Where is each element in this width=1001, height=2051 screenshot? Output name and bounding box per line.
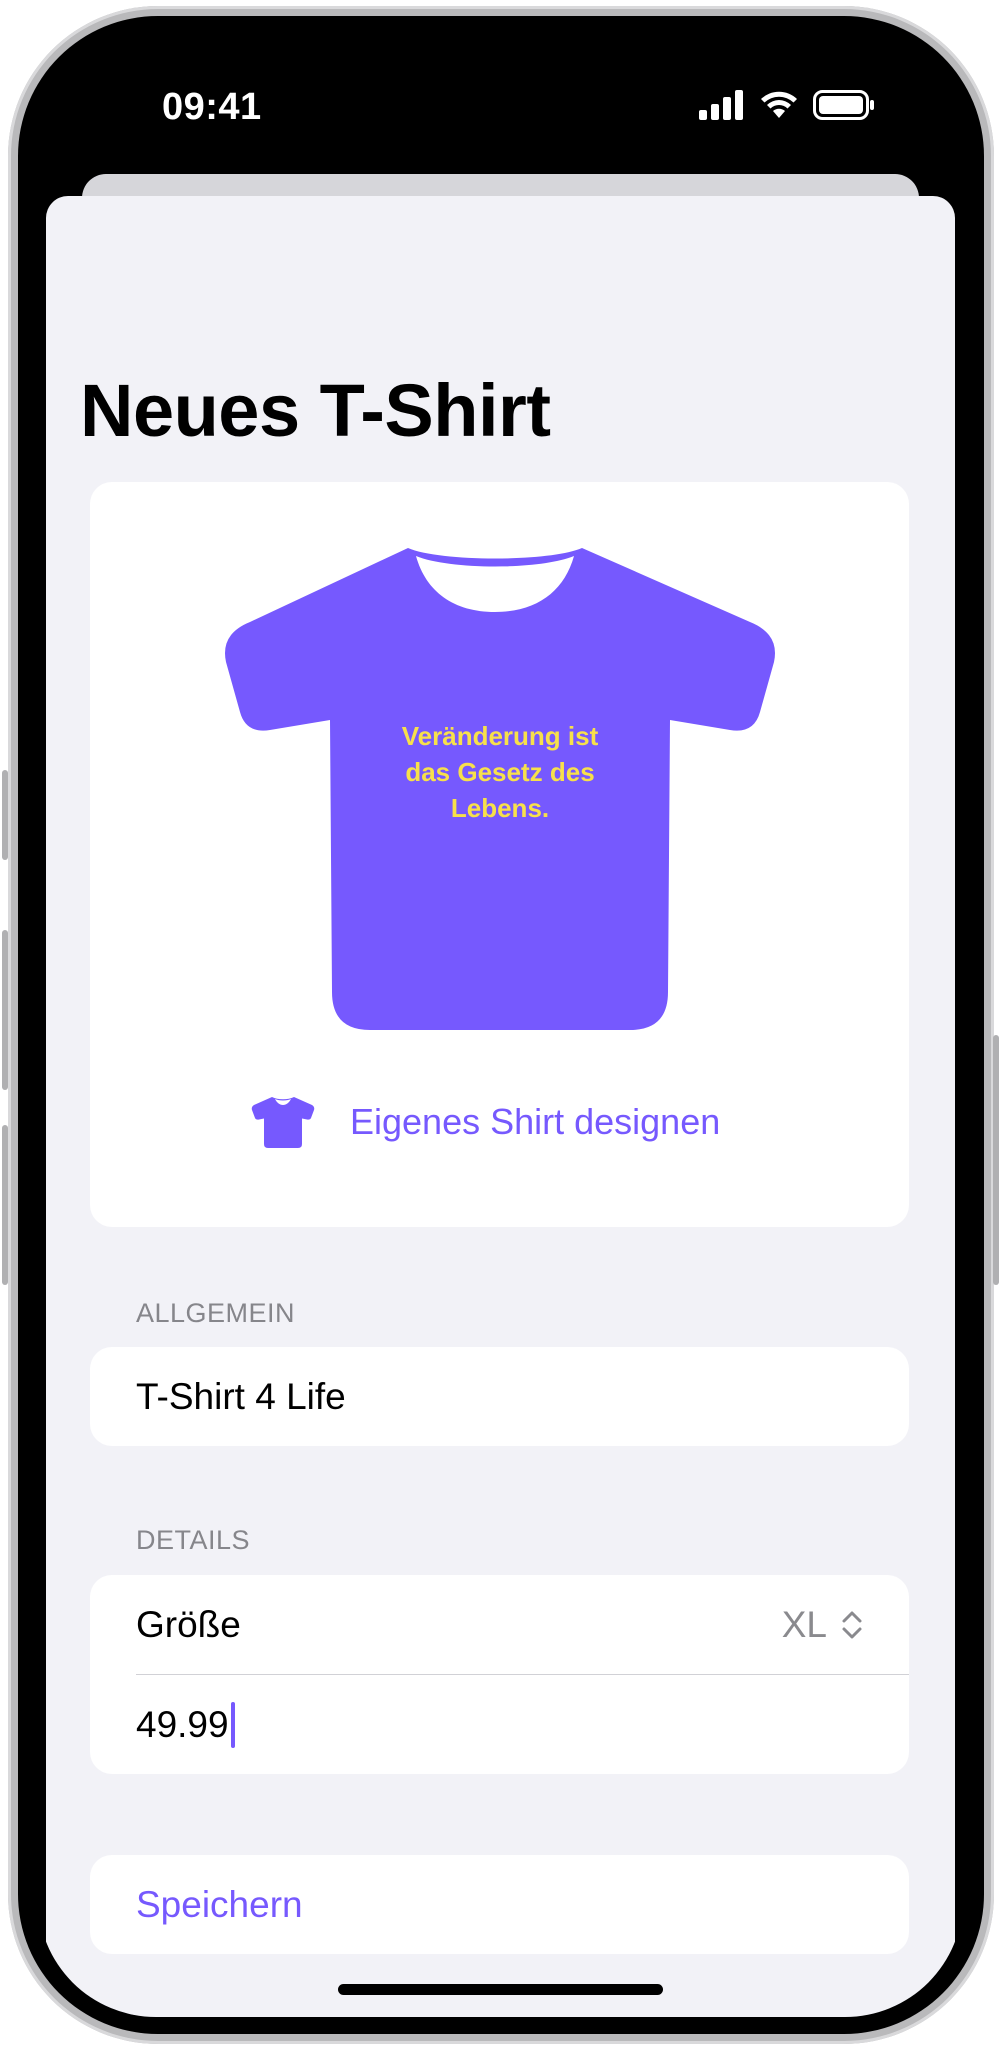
battery-icon bbox=[813, 90, 874, 120]
home-indicator[interactable] bbox=[338, 1984, 663, 1995]
shirt-preview-card: Veränderung ist das Gesetz des Lebens. E… bbox=[90, 482, 909, 1227]
section-header-general: ALLGEMEIN bbox=[136, 1298, 296, 1328]
text-cursor bbox=[230, 1701, 235, 1748]
action-button bbox=[2, 770, 8, 860]
volume-up-button bbox=[2, 930, 8, 1090]
save-button[interactable]: Speichern bbox=[90, 1855, 909, 1954]
price-field-value: 49.99 bbox=[136, 1703, 229, 1745]
status-time: 09:41 bbox=[162, 86, 262, 128]
design-shirt-label: Eigenes Shirt designen bbox=[350, 1101, 721, 1142]
cellular-signal-icon bbox=[699, 90, 743, 120]
size-value: XL bbox=[781, 1603, 827, 1645]
page-title: Neues T-Shirt bbox=[80, 369, 551, 452]
shirt-preview: Veränderung ist das Gesetz des Lebens. bbox=[90, 482, 909, 1042]
name-field[interactable]: T-Shirt 4 Life bbox=[90, 1347, 909, 1446]
section-header-details: DETAILS bbox=[136, 1525, 251, 1555]
screen: 09:41 Neues T-Shirt Veränderung ist das … bbox=[38, 34, 963, 2017]
wifi-icon bbox=[761, 91, 797, 118]
details-card: Größe XL 49.99 bbox=[90, 1575, 909, 1774]
power-button bbox=[993, 1035, 999, 1285]
size-row: Größe XL bbox=[90, 1575, 909, 1674]
chevron-up-down-icon bbox=[842, 1611, 862, 1638]
design-shirt-button[interactable]: Eigenes Shirt designen bbox=[250, 1087, 720, 1157]
shirt-print-text: Veränderung ist das Gesetz des Lebens. bbox=[401, 721, 599, 823]
tshirt-icon bbox=[251, 1097, 315, 1148]
volume-down-button bbox=[2, 1125, 8, 1285]
size-label: Größe bbox=[136, 1603, 241, 1645]
name-field-value: T-Shirt 4 Life bbox=[136, 1375, 346, 1417]
price-field[interactable]: 49.99 bbox=[90, 1675, 909, 1774]
status-icons bbox=[699, 90, 875, 120]
status-bar: 09:41 bbox=[38, 34, 963, 184]
size-picker[interactable]: XL bbox=[782, 1604, 863, 1646]
save-button-label: Speichern bbox=[136, 1883, 303, 1925]
new-shirt-sheet: Neues T-Shirt Veränderung ist das Gesetz… bbox=[46, 196, 955, 2017]
